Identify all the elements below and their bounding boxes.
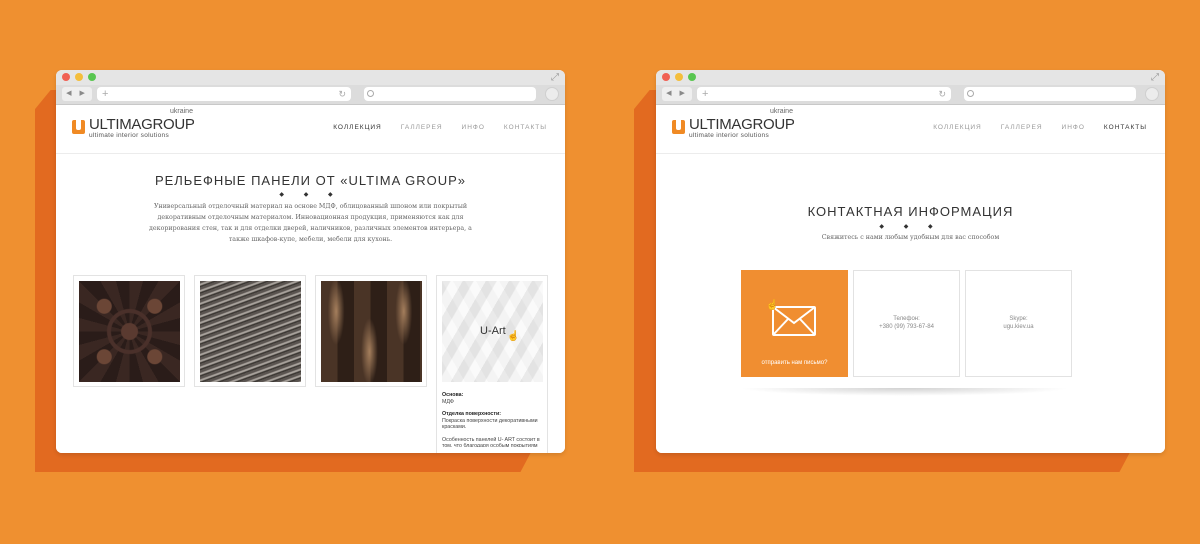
- page-title: РЕЛЬЕФНЫЕ ПАНЕЛИ ОТ «ULTIMA GROUP»: [154, 173, 467, 188]
- title-bar: ⤢: [656, 70, 1165, 85]
- close-button[interactable]: [662, 73, 670, 81]
- title-bar: ⤢: [56, 70, 565, 85]
- reload-icon[interactable]: ↻: [938, 87, 946, 101]
- product-card-ornament[interactable]: [73, 275, 185, 387]
- spec-note: том, что благодаря особым покрытиям: [442, 443, 538, 447]
- search-icon: [967, 90, 974, 97]
- contact-heading: КОНТАКТНАЯ ИНФОРМАЦИЯ ◆ ◆ ◆ Свяжитесь с …: [656, 204, 1165, 243]
- title-divider: ◆ ◆ ◆: [279, 192, 342, 198]
- product-card-u-art[interactable]: U-Art ☝ Основа: МДФ Отделка поверхности:…: [436, 275, 548, 453]
- phone-label: Телефон:: [893, 316, 920, 322]
- description-line: Универсальный отделочный материал на осн…: [153, 203, 468, 210]
- browser-toolbar: ◀ ▶ + ↻: [56, 85, 565, 105]
- title-divider: ◆ ◆ ◆: [879, 224, 942, 230]
- back-forward-buttons[interactable]: ◀ ▶: [662, 87, 692, 101]
- extension-button[interactable]: [545, 87, 559, 101]
- address-bar[interactable]: + ↻: [97, 87, 351, 101]
- address-bar[interactable]: + ↻: [697, 87, 951, 101]
- u-art-label: U-Art: [480, 325, 506, 337]
- main-menu: КОЛЛЕКЦИЯ ГАЛЛЕРЕЯ ИНФО КОНТАКТЫ: [314, 124, 547, 132]
- search-bar[interactable]: [964, 87, 1136, 101]
- menu-item-gallery[interactable]: ГАЛЛЕРЕЯ: [401, 124, 443, 132]
- extension-button[interactable]: [1145, 87, 1159, 101]
- send-mail-label: отправить нам письмо?: [761, 360, 828, 366]
- fullscreen-icon[interactable]: ⤢: [1151, 72, 1159, 83]
- u-art-panel-image: U-Art ☝: [442, 281, 543, 382]
- skype-info: Skype: ugu.kiev.ua: [966, 315, 1071, 331]
- main-menu: КОЛЛЕКЦИЯ ГАЛЛЕРЕЯ ИНФО КОНТАКТЫ: [914, 124, 1147, 132]
- plus-icon[interactable]: +: [102, 87, 108, 101]
- logo-tagline: ultimate interior solutions: [689, 132, 769, 139]
- browser-toolbar: ◀ ▶ + ↻: [656, 85, 1165, 105]
- menu-item-contacts[interactable]: КОНТАКТЫ: [1104, 124, 1147, 132]
- page-subtitle: Свяжитесь с нами любым удобным для вас с…: [821, 234, 1000, 241]
- phone-info: Телефон: +380 (99) 793-67-84: [854, 315, 959, 331]
- spec-base-label: Основа:: [442, 392, 464, 398]
- wood-panel-image: [321, 281, 422, 382]
- logo-tagline: ultimate interior solutions: [89, 132, 169, 139]
- menu-item-gallery[interactable]: ГАЛЛЕРЕЯ: [1001, 124, 1043, 132]
- logo-region: ukraine: [770, 108, 793, 115]
- product-card-waves[interactable]: [194, 275, 306, 387]
- site-contacts-page: ULTIMAGROUP ukraine ultimate interior so…: [656, 105, 1165, 453]
- menu-item-collection[interactable]: КОЛЛЕКЦИЯ: [333, 124, 382, 132]
- minimize-button[interactable]: [675, 73, 683, 81]
- logo-mark-icon: [72, 120, 85, 134]
- u-art-specs: Основа: МДФ Отделка поверхности: Покраск…: [442, 392, 542, 447]
- skype-id[interactable]: ugu.kiev.ua: [966, 323, 1071, 331]
- waves-panel-image: [200, 281, 301, 382]
- plus-icon[interactable]: +: [702, 87, 708, 101]
- site-header: ULTIMAGROUP ukraine ultimate interior so…: [656, 105, 1165, 154]
- maximize-button[interactable]: [688, 73, 696, 81]
- phone-number[interactable]: +380 (99) 793-67-84: [854, 323, 959, 331]
- close-button[interactable]: [62, 73, 70, 81]
- pointer-cursor-icon: ☝: [766, 300, 779, 311]
- minimize-button[interactable]: [75, 73, 83, 81]
- site-collection-page: ULTIMAGROUP ukraine ultimate interior so…: [56, 105, 565, 453]
- search-bar[interactable]: [364, 87, 536, 101]
- description-line: декоративным отделочным материалом. Инно…: [157, 214, 464, 221]
- tiles-shadow: [739, 388, 1070, 396]
- description-line: также шкафов-купе, мебели, мебели для ку…: [228, 236, 393, 243]
- envelope-icon: [772, 306, 816, 336]
- search-icon: [367, 90, 374, 97]
- skype-label: Skype:: [1009, 316, 1028, 322]
- left-browser-window: ⤢ ◀ ▶ + ↻ ULTIMAGROUP ukraine ultimate i…: [56, 70, 565, 453]
- pointer-cursor-icon: ☝: [507, 331, 520, 342]
- description: Универсальный отделочный материал на осн…: [116, 201, 505, 245]
- send-mail-tile[interactable]: ☝ отправить нам письмо?: [741, 270, 848, 377]
- spec-finish-label: Отделка поверхности:: [442, 411, 501, 417]
- maximize-button[interactable]: [88, 73, 96, 81]
- logo-name: ULTIMAGROUP: [89, 116, 195, 133]
- right-browser-window: ⤢ ◀ ▶ + ↻ ULTIMAGROUP ukraine ultimate i…: [656, 70, 1165, 453]
- site-header: ULTIMAGROUP ukraine ultimate interior so…: [56, 105, 565, 154]
- skype-tile[interactable]: Skype: ugu.kiev.ua: [965, 270, 1072, 377]
- logo-region: ukraine: [170, 108, 193, 115]
- reload-icon[interactable]: ↻: [338, 87, 346, 101]
- menu-item-info[interactable]: ИНФО: [1062, 124, 1085, 132]
- product-card-wood[interactable]: [315, 275, 427, 387]
- back-forward-buttons[interactable]: ◀ ▶: [62, 87, 92, 101]
- fullscreen-icon[interactable]: ⤢: [551, 72, 559, 83]
- ornament-panel-image: [79, 281, 180, 382]
- menu-item-contacts[interactable]: КОНТАКТЫ: [504, 124, 547, 132]
- menu-item-info[interactable]: ИНФО: [462, 124, 485, 132]
- logo-name: ULTIMAGROUP: [689, 116, 795, 133]
- logo-mark-icon: [672, 120, 685, 134]
- description-line: декорирования стен, так и для отделки дв…: [149, 225, 472, 232]
- phone-tile[interactable]: Телефон: +380 (99) 793-67-84: [853, 270, 960, 377]
- page-title: КОНТАКТНАЯ ИНФОРМАЦИЯ: [807, 204, 1014, 219]
- menu-item-collection[interactable]: КОЛЛЕКЦИЯ: [933, 124, 982, 132]
